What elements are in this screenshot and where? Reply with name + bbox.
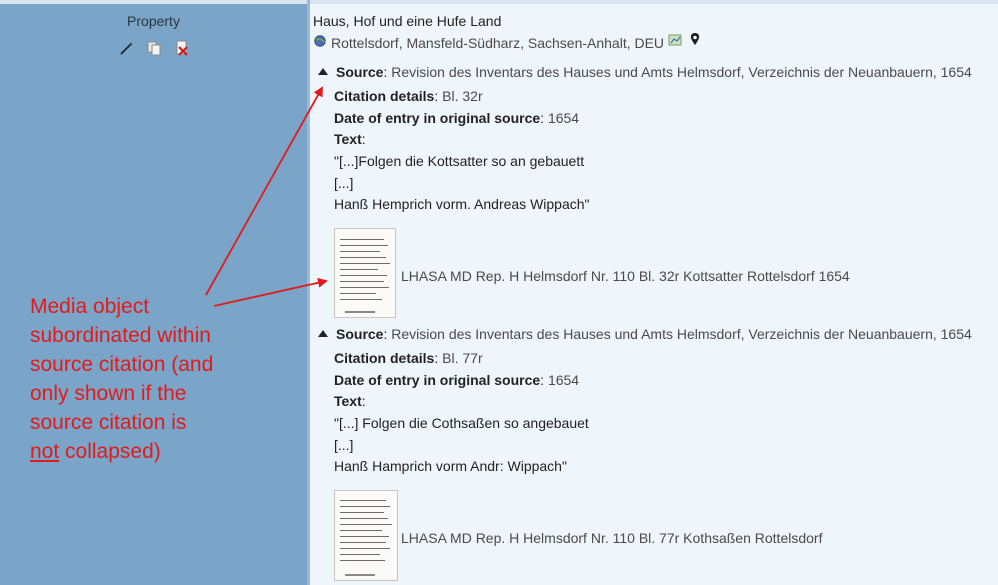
arrow-to-media — [213, 277, 328, 307]
annotation-arrows — [205, 86, 328, 307]
arrow-to-source — [205, 86, 323, 296]
